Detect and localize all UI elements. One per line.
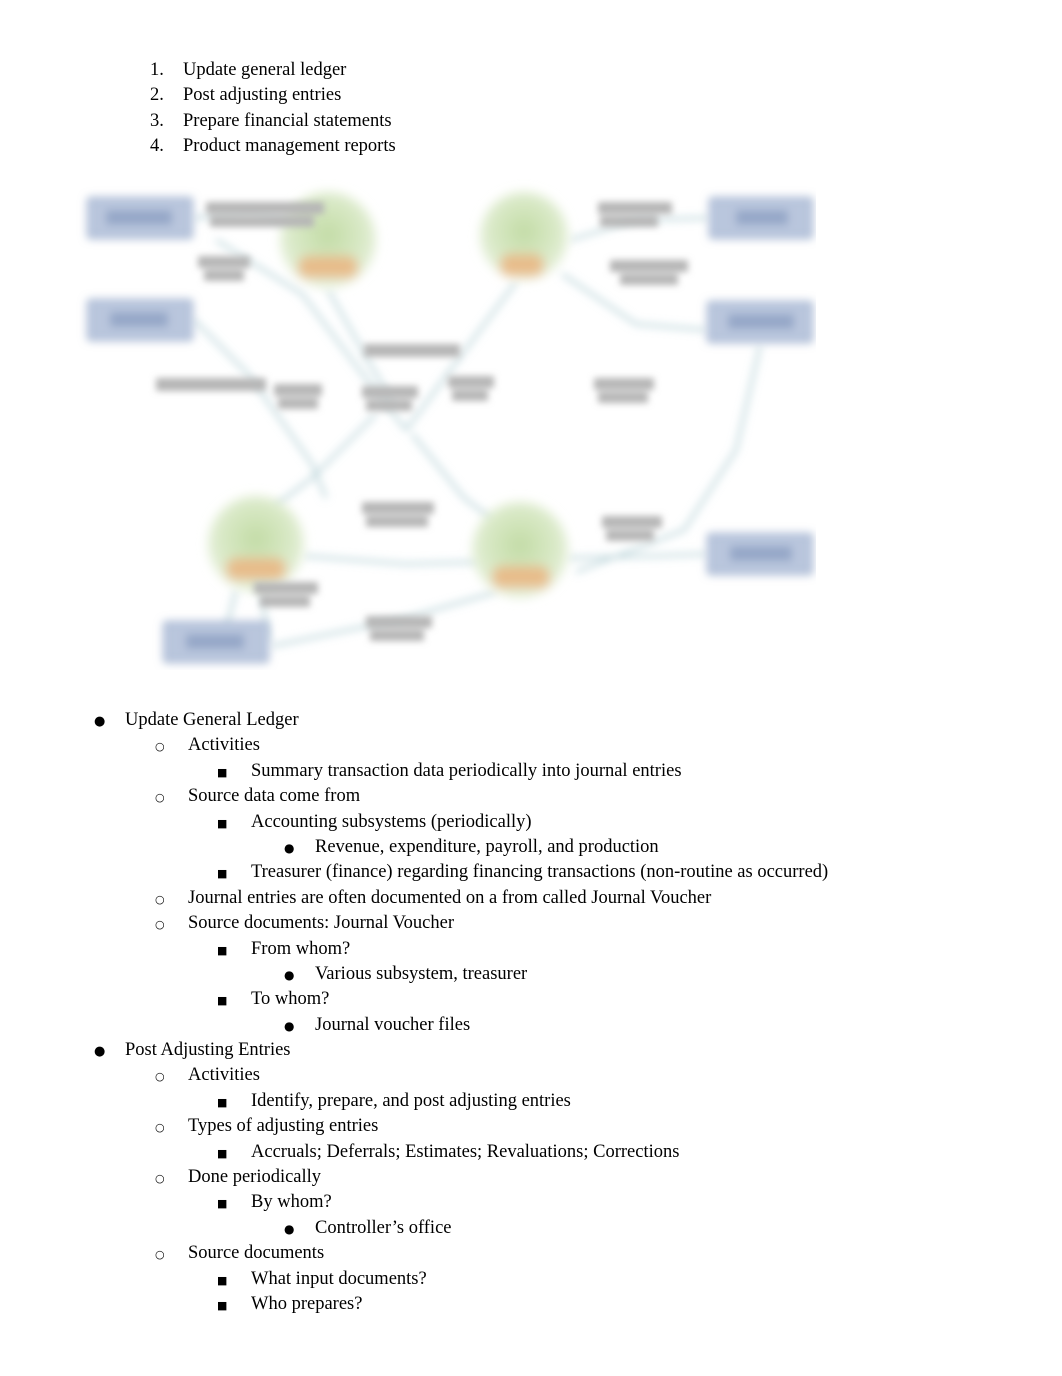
outline-item-level-2: ○ Activities [0, 1063, 1062, 1088]
outline-item-text: Journal entries are often documented on … [188, 887, 712, 908]
outline-item-text: Source data come from [188, 786, 361, 807]
bullet-marker-icon: ■ [217, 1298, 228, 1312]
list-item-text: Prepare financial statements [183, 110, 392, 131]
outline-item-level-3: ■ From whom? [0, 937, 1062, 962]
outline-item-level-3: ■ To whom? [0, 987, 1062, 1012]
entity-box [707, 301, 813, 343]
outline-item-level-2: ○ Source data come from [0, 784, 1062, 809]
bullet-marker-icon: ○ [155, 740, 165, 754]
diagram-canvas [87, 192, 813, 663]
bullet-marker-icon: ■ [217, 994, 228, 1008]
list-item-text: Product management reports [183, 136, 396, 157]
outline-item-text: Activities [188, 1065, 260, 1086]
outline-item-text: To whom? [251, 989, 330, 1010]
outline-item-text: Accruals; Deferrals; Estimates; Revaluat… [251, 1141, 680, 1162]
numbered-list-item: 4. Product management reports [150, 134, 930, 159]
bullet-marker-icon: ■ [217, 867, 228, 881]
entity-box [163, 621, 269, 663]
outline-list: ● Update General Ledger ○ Activities ■ Summar… [0, 708, 1062, 1317]
outline-item-level-3: ■ By whom? [0, 1190, 1062, 1215]
entity-box [707, 533, 813, 575]
outline-item-text: Types of adjusting entries [188, 1116, 379, 1137]
numbered-list-item: 2. Post adjusting entries [150, 83, 930, 108]
outline-item-text: What input documents? [251, 1268, 427, 1289]
outline-item-level-3: ■ Identify, prepare, and post adjusting e… [0, 1089, 1062, 1114]
outline-item-text: By whom? [251, 1192, 332, 1213]
bullet-marker-icon: ○ [155, 1070, 165, 1084]
outline-item-text: Identify, prepare, and post adjusting en… [251, 1090, 571, 1111]
bullet-marker-icon: ● [94, 714, 106, 729]
outline-item-text: From whom? [251, 938, 351, 959]
bullet-marker-icon: ■ [217, 1197, 228, 1211]
bullet-marker-icon: ● [284, 1221, 295, 1236]
numbered-list: 1. Update general ledger 2. Post adjusting … [150, 58, 930, 160]
outline-item-level-3: ■ What input documents? [0, 1267, 1062, 1292]
outline-item-level-3: ■ Who prepares? [0, 1292, 1062, 1317]
outline-item-text: Various subsystem, treasurer [315, 963, 528, 984]
bullet-marker-icon: ■ [217, 816, 228, 830]
bullet-marker-icon: ■ [217, 1095, 228, 1109]
bullet-marker-icon: ○ [155, 1248, 165, 1262]
bullet-marker-icon: ● [94, 1044, 106, 1060]
outline-item-text: Source documents: Journal Voucher [188, 913, 454, 934]
bullet-marker-icon: ■ [217, 765, 228, 779]
entity-box [87, 197, 193, 239]
process-node [208, 496, 304, 592]
outline-item-level-3: ■ Treasurer (finance) regarding financing… [0, 860, 1062, 885]
process-node [480, 192, 568, 280]
list-item-text: Update general ledger [183, 60, 347, 80]
outline-item-level-2: ○ Source documents [0, 1241, 1062, 1266]
outline-item-text: Revenue, expenditure, payroll, and produ… [315, 836, 659, 857]
outline-item-text: Who prepares? [251, 1293, 363, 1314]
numbered-list-item: 3. Prepare financial statements [150, 109, 930, 134]
outline-item-text: Update General Ledger [125, 710, 299, 730]
bullet-marker-icon: ○ [155, 918, 165, 932]
outline-item-text: Activities [188, 735, 260, 756]
outline-item-level-4: ● Various subsystem, treasurer [0, 962, 1062, 987]
outline-item-text: Journal voucher files [315, 1014, 471, 1035]
outline-item-text: Source documents [188, 1243, 325, 1264]
list-item-text: Post adjusting entries [183, 85, 342, 106]
outline-item-level-2: ○ Types of adjusting entries [0, 1114, 1062, 1139]
outline-item-text: Accounting subsystems (periodically) [251, 811, 532, 832]
bullet-marker-icon: ○ [155, 892, 165, 906]
diagram-entity-boxes [87, 197, 813, 663]
outline-item-level-2: ○ Activities [0, 733, 1062, 758]
bullet-marker-icon: ● [284, 967, 295, 982]
outline-item-level-3: ■ Accounting subsystems (periodically) [0, 810, 1062, 835]
bullet-marker-icon: ○ [155, 1172, 165, 1186]
outline-item-level-1: ● Update General Ledger [0, 708, 1062, 733]
bullet-marker-icon: ○ [155, 791, 165, 805]
outline-item-level-4: ● Controller’s office [0, 1216, 1062, 1241]
outline-item-level-2: ○ Done periodically [0, 1165, 1062, 1190]
outline-item-level-1: ● Post Adjusting Entries [0, 1038, 1062, 1063]
outline-item-level-3: ■ Accruals; Deferrals; Estimates; Revalua… [0, 1140, 1062, 1165]
process-node [472, 502, 568, 598]
outline-item-text: Treasurer (finance) regarding financing … [251, 862, 829, 883]
outline-item-text: Post Adjusting Entries [125, 1040, 291, 1061]
outline-item-level-3: ■ Summary transaction data periodically i… [0, 759, 1062, 784]
outline-item-level-2: ○ Journal entries are often documented on… [0, 886, 1062, 911]
outline-item-text: Summary transaction data periodically in… [251, 760, 682, 781]
bullet-marker-icon: ● [284, 1018, 295, 1033]
entity-box [87, 299, 193, 341]
bullet-marker-icon: ■ [217, 943, 228, 957]
list-number: 4. [150, 136, 164, 157]
accounting-system-diagram [76, 178, 816, 670]
bullet-marker-icon: ○ [155, 1121, 165, 1135]
document-page: 1. Update general ledger 2. Post adjusting … [0, 0, 1062, 1376]
list-number: 2. [150, 85, 164, 106]
bullet-marker-icon: ■ [217, 1273, 228, 1287]
outline-item-text: Controller’s office [315, 1217, 452, 1238]
bullet-marker-icon: ■ [217, 1146, 228, 1160]
entity-box [709, 197, 813, 239]
outline-item-level-4: ● Revenue, expenditure, payroll, and prod… [0, 835, 1062, 860]
numbered-list-item: 1. Update general ledger [150, 58, 930, 83]
outline-item-text: Done periodically [188, 1167, 322, 1188]
list-number: 3. [150, 110, 164, 131]
outline-item-level-4: ● Journal voucher files [0, 1013, 1062, 1038]
bullet-marker-icon: ● [284, 840, 295, 855]
outline-item-level-2: ○ Source documents: Journal Voucher [0, 911, 1062, 936]
list-number: 1. [150, 60, 164, 80]
